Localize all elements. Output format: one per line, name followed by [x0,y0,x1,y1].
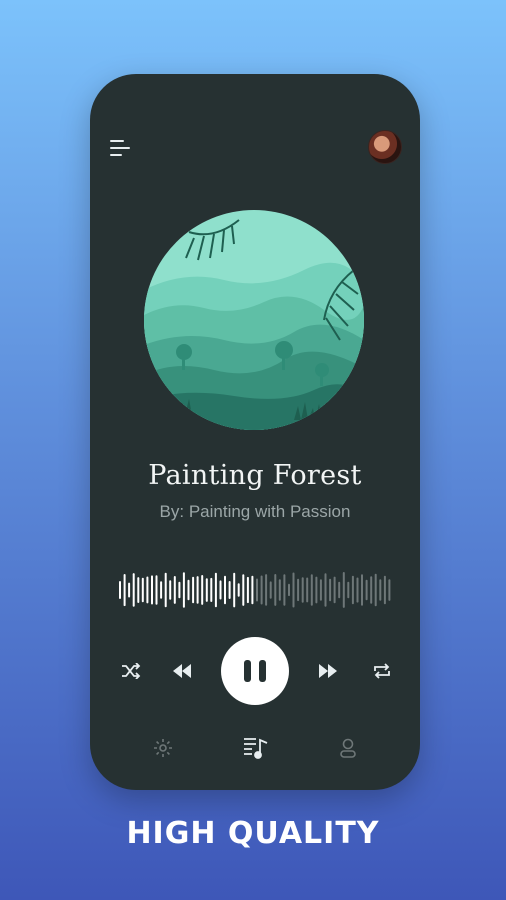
playlist-icon[interactable] [242,734,270,762]
waveform-bar [297,578,300,602]
waveform-bar [365,579,368,601]
waveform-bar [274,574,277,606]
waveform-bar [137,577,140,603]
waveform-bar [319,579,322,601]
waveform-bar [361,574,363,606]
waveform-bar [288,583,290,597]
waveform-bar [182,572,185,608]
waveform-bar [228,581,231,599]
waveform-bar [265,574,268,606]
pause-icon [244,660,251,682]
waveform-bar [301,577,304,603]
waveform-bar [283,574,286,606]
waveform-bar [374,573,377,607]
waveform-bar [292,572,295,608]
waveform-bar [269,581,272,599]
waveform-bar [196,576,199,604]
shuffle-icon[interactable] [118,658,144,684]
rewind-icon[interactable] [169,658,195,684]
waveform-bar [315,576,318,604]
waveform-bar [383,575,386,605]
waveform-bar [155,575,158,605]
track-artist: By: Painting with Passion [159,502,351,521]
waveform-bar [256,578,258,602]
album-art [144,210,364,430]
waveform-bar [278,579,281,601]
phone-frame: Painting Forest By: Painting with Passio… [90,74,420,790]
waveform-bar [324,573,327,607]
repeat-icon[interactable] [369,658,395,684]
waveform-bar [169,580,172,600]
user-avatar[interactable] [368,130,402,164]
profile-icon[interactable] [334,734,362,762]
waveform-bar [146,576,149,604]
waveform-bar [160,581,163,599]
playback-controls [90,636,420,706]
waveform-bar [242,574,245,606]
waveform-bar [178,581,181,599]
tagline: HIGH QUALITY [126,816,380,851]
waveform-bar [246,576,249,604]
waveform-bar [251,575,254,605]
waveform-bar [310,574,313,606]
waveform-bar [132,573,135,607]
waveform-bar [141,577,144,603]
waveform-seekbar[interactable] [118,570,392,610]
fast-forward-icon[interactable] [315,658,341,684]
waveform-bar [219,580,222,600]
waveform-bar [306,577,309,603]
waveform-bar [187,579,190,601]
track-title: Painting Forest [148,460,362,491]
waveform-bar [119,581,121,599]
waveform-bar [128,582,131,598]
waveform-bar [237,583,240,597]
waveform-bar [192,576,195,604]
waveform-bar [164,572,167,608]
settings-icon[interactable] [149,734,177,762]
pause-button[interactable] [221,637,289,705]
waveform-bar [201,575,204,605]
waveform-bar [351,575,354,605]
waveform-bar [379,579,382,601]
menu-icon[interactable] [110,138,134,160]
waveform-bar [388,579,391,601]
waveform-bar [123,574,126,607]
waveform-bar [347,581,350,599]
waveform-bar [338,581,341,599]
waveform-bar [356,577,359,603]
waveform-bar [329,578,332,602]
waveform-bar [214,572,217,608]
waveform-bar [205,578,208,602]
waveform-bar [210,577,213,602]
waveform-bar [333,576,336,604]
waveform-bar [342,572,345,608]
waveform-bar [151,575,153,605]
waveform-bar [233,572,236,608]
waveform-bar [260,575,263,605]
waveform-bar [370,576,373,604]
waveform-bar [173,576,176,604]
waveform-bar [224,575,226,605]
